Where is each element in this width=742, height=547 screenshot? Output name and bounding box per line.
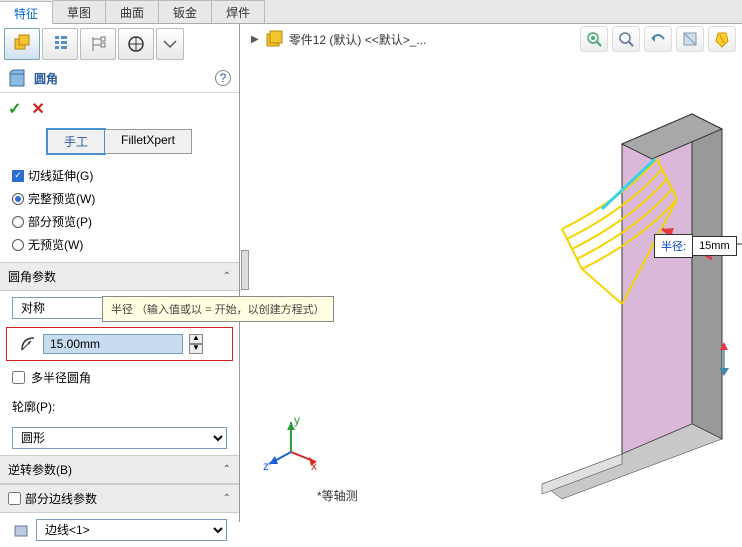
panel-tab-bar bbox=[0, 24, 239, 64]
dimxpert-manager-tab[interactable] bbox=[118, 28, 154, 60]
axis-indicator-icon bbox=[714, 340, 734, 380]
cut-extend-label: 切线延伸(G) bbox=[28, 167, 93, 184]
breadcrumb-arrow-icon[interactable]: ▶ bbox=[251, 34, 259, 45]
part-icon bbox=[265, 30, 283, 48]
panel-overflow-tab[interactable] bbox=[156, 28, 184, 60]
help-icon[interactable]: ? bbox=[215, 70, 231, 86]
configuration-manager-tab[interactable] bbox=[80, 28, 116, 60]
radius-icon bbox=[19, 335, 37, 353]
multi-radius-label: 多半径圆角 bbox=[31, 369, 91, 386]
profile-label: 轮廓(P): bbox=[12, 398, 55, 415]
ok-cancel-bar: ✓ ✕ bbox=[0, 93, 239, 125]
fillet-mode-tabs: 手工 FilletXpert bbox=[0, 125, 239, 158]
svg-text:z: z bbox=[263, 459, 269, 472]
radius-input[interactable] bbox=[43, 334, 183, 354]
preview-options: ✓ 切线延伸(G) 完整预览(W) 部分预览(P) 无预览(W) bbox=[0, 158, 239, 262]
mode-filletxpert-tab[interactable]: FilletXpert bbox=[105, 129, 192, 154]
collapse-icon: ⌃ bbox=[223, 271, 231, 282]
partial-edge-title: 部分边线参数 bbox=[25, 490, 97, 507]
callout-label: 半径: bbox=[654, 234, 693, 258]
partial-preview-label: 部分预览(P) bbox=[28, 213, 92, 230]
command-manager-tabs: 特征 草图 曲面 钣金 焊件 bbox=[0, 0, 742, 24]
profile-select[interactable]: 圆形 bbox=[12, 427, 227, 449]
tab-sheetmetal[interactable]: 钣金 bbox=[159, 0, 212, 23]
callout-value[interactable]: 15mm bbox=[693, 236, 737, 256]
full-preview-label: 完整预览(W) bbox=[28, 190, 95, 207]
mode-manual-tab[interactable]: 手工 bbox=[47, 129, 105, 154]
callout-leader bbox=[737, 240, 742, 260]
full-preview-radio[interactable] bbox=[12, 193, 24, 205]
fillet-params-header[interactable]: 圆角参数 ⌃ bbox=[0, 262, 239, 291]
radius-input-row: ▲ ▼ bbox=[6, 327, 233, 361]
property-manager-tab[interactable] bbox=[42, 28, 78, 60]
svg-text:y: y bbox=[294, 413, 300, 427]
orientation-triad[interactable]: x y z bbox=[261, 412, 321, 472]
model-3d bbox=[512, 104, 732, 504]
section-view-button[interactable] bbox=[676, 26, 704, 52]
feature-title: 圆角 bbox=[34, 70, 58, 87]
no-preview-radio[interactable] bbox=[12, 239, 24, 251]
feature-manager-tab[interactable] bbox=[4, 28, 40, 60]
reverse-params-title: 逆转参数(B) bbox=[8, 461, 72, 478]
no-preview-label: 无预览(W) bbox=[28, 236, 83, 253]
feature-header: 圆角 ? bbox=[0, 64, 239, 93]
property-manager-panel: 圆角 ? ✓ ✕ 手工 FilletXpert ✓ 切线延伸(G) 完整预览(W… bbox=[0, 24, 240, 522]
fillet-params-title: 圆角参数 bbox=[8, 268, 56, 285]
radius-spin-down[interactable]: ▼ bbox=[189, 344, 203, 354]
edge-select[interactable]: 边线<1> bbox=[36, 519, 227, 541]
panel-resize-handle[interactable] bbox=[241, 250, 249, 290]
ok-button[interactable]: ✓ bbox=[8, 99, 21, 119]
tab-features[interactable]: 特征 bbox=[0, 1, 53, 24]
svg-text:x: x bbox=[311, 459, 317, 472]
radius-callout: 半径: 15mm bbox=[654, 234, 737, 258]
partial-edge-checkbox[interactable] bbox=[8, 492, 21, 505]
collapse-icon: ⌃ bbox=[223, 493, 231, 504]
tab-sketch[interactable]: 草图 bbox=[53, 0, 106, 23]
fillet-icon bbox=[8, 68, 28, 88]
radius-tooltip: 半径 （输入值或以 = 开始，以创建方程式） bbox=[102, 296, 334, 322]
partial-edge-header[interactable]: 部分边线参数 ⌃ bbox=[0, 484, 239, 513]
multi-radius-checkbox[interactable] bbox=[12, 371, 25, 384]
view-toolbar bbox=[580, 26, 736, 52]
graphics-viewport[interactable]: ▶ 零件12 (默认) <<默认>_... bbox=[241, 24, 742, 522]
partial-preview-radio[interactable] bbox=[12, 216, 24, 228]
collapse-icon: ⌃ bbox=[223, 464, 231, 475]
breadcrumb-part-name[interactable]: 零件12 (默认) <<默认>_... bbox=[289, 31, 427, 48]
tab-surface[interactable]: 曲面 bbox=[106, 0, 159, 23]
previous-view-button[interactable] bbox=[644, 26, 672, 52]
tab-weldment[interactable]: 焊件 bbox=[212, 0, 265, 23]
zoom-fit-button[interactable] bbox=[580, 26, 608, 52]
reverse-params-header[interactable]: 逆转参数(B) ⌃ bbox=[0, 455, 239, 484]
display-style-button[interactable] bbox=[708, 26, 736, 52]
cut-extend-checkbox[interactable]: ✓ bbox=[12, 170, 24, 182]
zoom-area-button[interactable] bbox=[612, 26, 640, 52]
edge-icon bbox=[12, 521, 30, 539]
view-orientation-label: *等轴测 bbox=[317, 487, 358, 504]
cancel-button[interactable]: ✕ bbox=[31, 99, 44, 119]
